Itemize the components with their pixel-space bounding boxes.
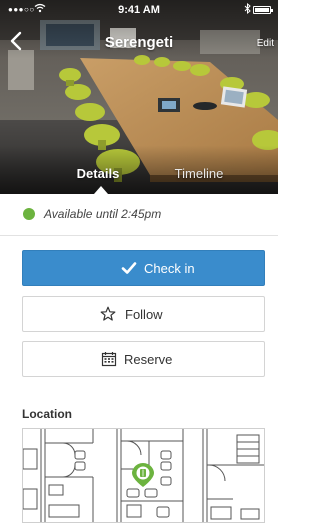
location-pin-icon <box>132 463 154 487</box>
room-detail-screen: ●●●○○ 9:41 AM Serengeti Edit Details Tim… <box>0 0 278 523</box>
availability-status-dot <box>23 208 35 220</box>
room-title: Serengeti <box>104 34 174 51</box>
back-chevron-icon[interactable] <box>6 30 28 52</box>
battery-icon <box>253 6 273 14</box>
selected-tab-indicator <box>94 186 108 194</box>
follow-button[interactable]: Follow <box>22 296 265 332</box>
floor-plan-drawing <box>23 429 264 522</box>
check-in-label: Check in <box>144 261 195 276</box>
floor-plan-map[interactable] <box>22 428 265 523</box>
tab-details[interactable]: Details <box>68 166 128 181</box>
check-in-button[interactable]: Check in <box>22 250 265 286</box>
edit-button[interactable]: Edit <box>238 38 274 49</box>
reserve-button[interactable]: Reserve <box>22 341 265 377</box>
status-bar: ●●●○○ 9:41 AM <box>0 0 278 20</box>
navigation-bar: Serengeti Edit <box>0 26 278 56</box>
availability-row: Available until 2:45pm <box>0 194 278 236</box>
status-time: 9:41 AM <box>118 4 160 16</box>
bluetooth-icon <box>244 3 251 14</box>
star-icon <box>100 306 116 321</box>
segment-tabs: Details Timeline <box>0 160 278 194</box>
checkmark-icon <box>121 262 137 274</box>
tab-timeline[interactable]: Timeline <box>164 166 234 181</box>
follow-label: Follow <box>125 307 163 322</box>
availability-text: Available until 2:45pm <box>44 207 162 221</box>
location-heading: Location <box>22 407 72 421</box>
room-hero: ●●●○○ 9:41 AM Serengeti Edit Details Tim… <box>0 0 278 194</box>
battery-level <box>255 8 269 12</box>
reserve-label: Reserve <box>124 352 173 367</box>
calendar-icon <box>101 352 117 367</box>
